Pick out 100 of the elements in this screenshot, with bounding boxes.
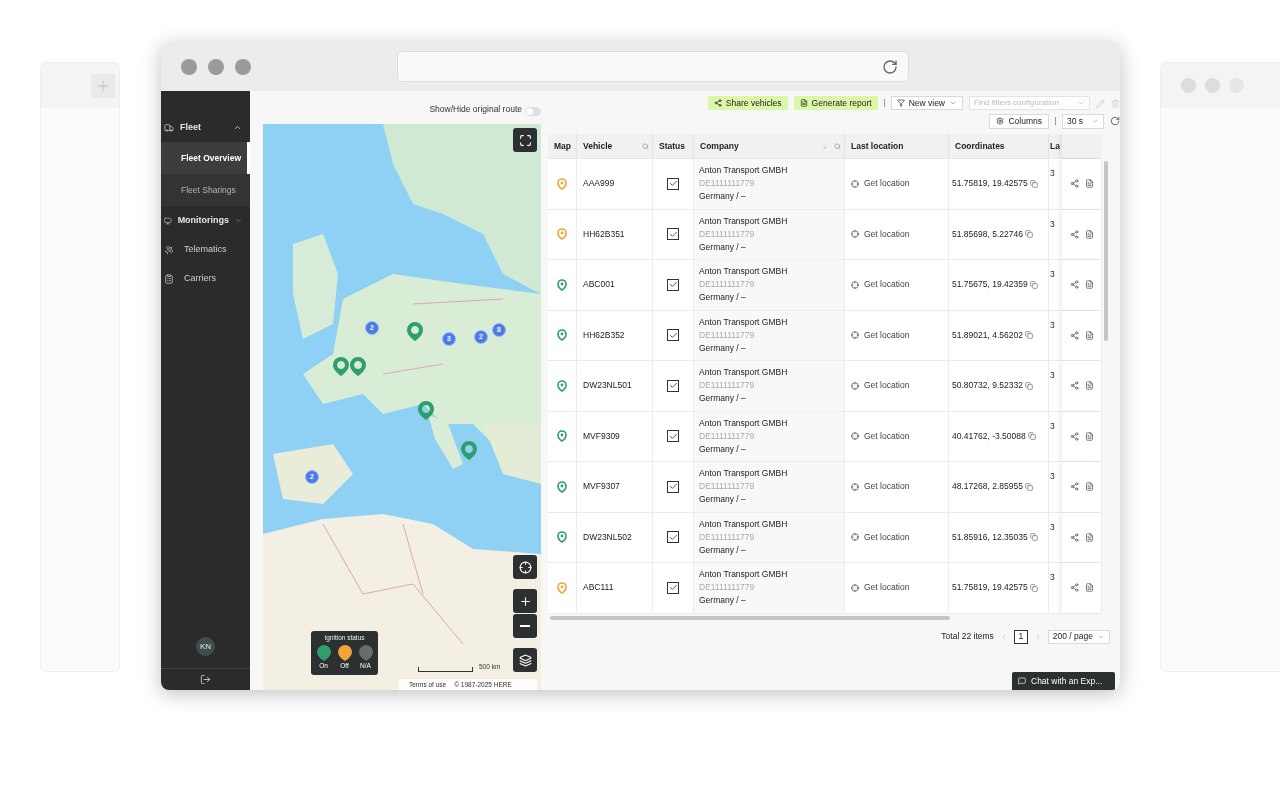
report-icon[interactable]: [1084, 381, 1094, 391]
share-vehicles-button[interactable]: Share vehicles: [707, 96, 788, 110]
share-icon[interactable]: [1069, 280, 1079, 290]
check-icon: [668, 431, 678, 441]
copy-icon[interactable]: [1024, 230, 1033, 239]
table-row[interactable]: ABC001 Anton Transport GMBH DE1111111779 Germany / – Get location 51.75675, 19.42359 3: [548, 260, 1102, 311]
reload-icon[interactable]: [882, 58, 898, 75]
status-checkbox[interactable]: [667, 278, 679, 291]
nav-item[interactable]: Fleet: [161, 113, 250, 142]
zoom-out-button[interactable]: [513, 614, 537, 638]
nav-subitem[interactable]: Fleet Overview: [161, 142, 250, 174]
page-button[interactable]: 1: [1013, 629, 1028, 644]
generate-report-button[interactable]: Generate report: [793, 96, 878, 110]
route-toggle[interactable]: [525, 107, 541, 116]
report-icon[interactable]: [1084, 532, 1094, 542]
status-checkbox[interactable]: [667, 177, 679, 190]
get-location-link[interactable]: Get location: [851, 581, 910, 595]
refresh-interval-select[interactable]: 30 s: [1062, 113, 1104, 129]
horizontal-scrollbar[interactable]: [550, 615, 950, 620]
get-location-link[interactable]: Get location: [851, 530, 910, 544]
columns-button[interactable]: Columns: [989, 113, 1049, 129]
copy-icon[interactable]: [1024, 381, 1033, 390]
table-row[interactable]: DW23NL502 Anton Transport GMBH DE1111111779 Germany / – Get location 51.85916, 12.35035 3: [548, 512, 1102, 563]
share-icon[interactable]: [1069, 381, 1079, 391]
share-icon[interactable]: [1069, 179, 1079, 189]
user-avatar[interactable]: KN: [196, 637, 215, 656]
status-checkbox[interactable]: [667, 480, 679, 493]
column-header[interactable]: Status: [653, 134, 694, 158]
status-checkbox[interactable]: [667, 228, 679, 241]
table-row[interactable]: DW23NL501 Anton Transport GMBH DE1111111779 Germany / – Get location 50.80732, 9.52332 3: [548, 361, 1102, 412]
table-row[interactable]: HH62B351 Anton Transport GMBH DE1111111779 Germany / – Get location 51.85698, 5.22746 3: [548, 209, 1102, 260]
map-pin-icon[interactable]: [461, 441, 477, 460]
tax-id: DE1111111779: [699, 531, 756, 543]
layers-button[interactable]: [513, 648, 537, 672]
report-icon[interactable]: [1084, 179, 1094, 189]
chat-button[interactable]: Chat with an Exp...: [1012, 672, 1115, 690]
copy-icon[interactable]: [1029, 583, 1038, 592]
get-location-link[interactable]: Get location: [851, 429, 910, 443]
report-icon[interactable]: [1084, 229, 1094, 239]
nav-subitem[interactable]: Fleet Sharings: [161, 174, 250, 206]
share-icon[interactable]: [1069, 431, 1079, 441]
map-pin-icon[interactable]: [418, 401, 434, 420]
nav-item[interactable]: Monitorings: [161, 206, 250, 235]
column-header[interactable]: Last location: [845, 134, 949, 158]
column-header[interactable]: Map: [548, 134, 577, 158]
copy-icon[interactable]: [1024, 482, 1033, 491]
copy-icon[interactable]: [1029, 280, 1038, 289]
window-control[interactable]: [181, 58, 197, 75]
map-pin-icon[interactable]: [350, 357, 366, 376]
get-location-link[interactable]: Get location: [851, 278, 910, 292]
view-select[interactable]: New view: [890, 96, 963, 110]
logout-icon[interactable]: [200, 674, 211, 685]
share-icon[interactable]: [1069, 583, 1079, 593]
status-checkbox[interactable]: [667, 329, 679, 342]
page-size-select[interactable]: 200 / page: [1047, 629, 1110, 644]
window-control[interactable]: [235, 58, 251, 75]
get-location-link[interactable]: Get location: [851, 227, 910, 241]
vertical-scrollbar[interactable]: [1104, 161, 1108, 341]
fullscreen-button[interactable]: [513, 128, 537, 152]
map-pin-icon[interactable]: [333, 357, 349, 376]
share-icon[interactable]: [1069, 330, 1079, 340]
report-icon[interactable]: [1084, 330, 1094, 340]
monitor-icon: [164, 215, 172, 226]
copy-icon[interactable]: [1024, 331, 1033, 340]
table-row[interactable]: AAA999 Anton Transport GMBH DE1111111779 Germany / – Get location 51.75819, 19.42575 3: [548, 159, 1102, 210]
share-icon[interactable]: [1069, 532, 1079, 542]
report-icon[interactable]: [1084, 280, 1094, 290]
column-header[interactable]: Vehicle: [577, 134, 653, 158]
column-header[interactable]: Coordinates: [949, 134, 1049, 158]
crosshair-icon: [851, 331, 859, 340]
nav-item[interactable]: Telematics: [161, 235, 250, 264]
get-location-link[interactable]: Get location: [851, 328, 910, 342]
zoom-in-button[interactable]: [513, 589, 537, 613]
copy-icon[interactable]: [1029, 533, 1038, 542]
get-location-link[interactable]: Get location: [851, 379, 910, 393]
share-icon[interactable]: [1069, 229, 1079, 239]
window-control[interactable]: [208, 58, 224, 75]
report-icon[interactable]: [1084, 583, 1094, 593]
status-checkbox[interactable]: [667, 531, 679, 544]
status-checkbox[interactable]: [667, 379, 679, 392]
table-row[interactable]: ABC111 Anton Transport GMBH DE1111111779 Germany / – Get location 51.75819, 19.42575 3: [548, 563, 1102, 614]
column-header[interactable]: La: [1049, 134, 1062, 158]
report-icon[interactable]: [1084, 431, 1094, 441]
report-icon[interactable]: [1084, 482, 1094, 492]
copy-icon[interactable]: [1027, 432, 1036, 441]
company-country: Germany / –: [699, 443, 747, 455]
status-checkbox[interactable]: [667, 430, 679, 443]
share-icon[interactable]: [1069, 482, 1079, 492]
get-location-link[interactable]: Get location: [851, 480, 910, 494]
locate-button[interactable]: [513, 555, 537, 579]
status-checkbox[interactable]: [667, 581, 679, 594]
vehicle-cell: ABC001: [583, 278, 615, 292]
table-row[interactable]: MVF9307 Anton Transport GMBH DE1111111779 Germany / – Get location 48.17268, 2.85955 3: [548, 462, 1102, 513]
refresh-icon[interactable]: [1110, 116, 1120, 126]
map-pin-icon[interactable]: [407, 322, 423, 341]
table-row[interactable]: MVF9309 Anton Transport GMBH DE1111111779 Germany / – Get location 40.41762, -3.50088 3: [548, 411, 1102, 462]
table-row[interactable]: HH62B352 Anton Transport GMBH DE1111111779 Germany / – Get location 51.89021, 4.56202 3: [548, 310, 1102, 361]
copy-icon[interactable]: [1029, 179, 1038, 188]
get-location-link[interactable]: Get location: [851, 177, 910, 191]
nav-item[interactable]: Carriers: [161, 264, 250, 293]
